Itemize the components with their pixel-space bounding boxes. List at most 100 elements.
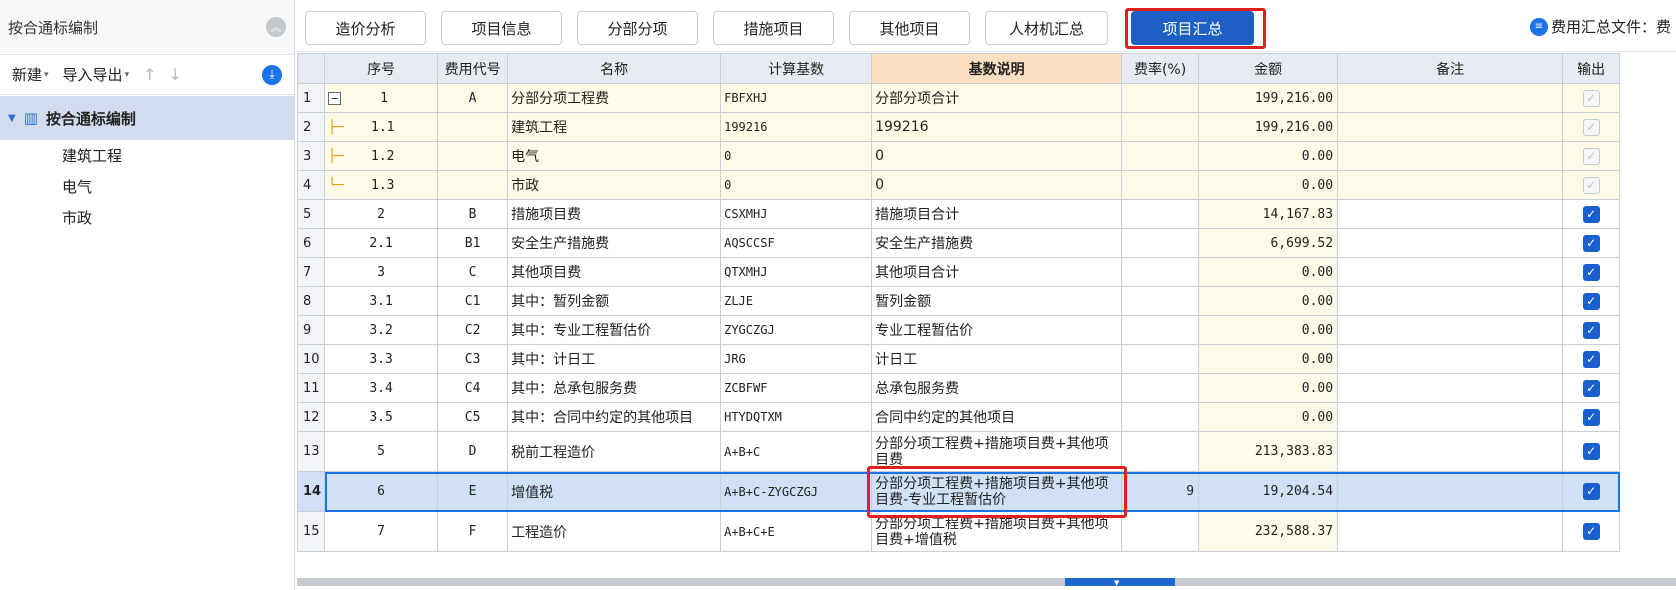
row-number-cell[interactable]: 2 [296,112,326,142]
name-cell[interactable]: 电气 [507,141,722,171]
code-cell[interactable]: C [437,257,509,287]
tab-other-items[interactable]: 其他项目 [849,11,970,45]
name-cell[interactable]: 其中：总承包服务费 [507,373,722,403]
table-row[interactable]: 4 └─ 1.3 市政 0 0 0.00 ✓ [296,170,1621,200]
note-cell[interactable] [1337,402,1564,432]
row-number-cell[interactable]: 3 [296,141,326,171]
row-number-cell[interactable]: 11 [296,373,326,403]
note-cell[interactable] [1337,315,1564,345]
table-row[interactable]: 1−1 A 分部分项工程费 FBFXHJ 分部分项合计 199,216.00 ✓ [296,83,1621,113]
base-desc-cell[interactable]: 措施项目合计 [871,199,1123,229]
code-cell[interactable]: C2 [437,315,509,345]
base-desc-cell[interactable]: 199216 [871,112,1123,142]
output-cell[interactable]: ✓ [1562,344,1621,374]
name-cell[interactable]: 税前工程造价 [507,431,722,472]
base-cell[interactable]: A+B+C-ZYGCZGJ [720,471,873,512]
base-cell[interactable]: ZCBFWF [720,373,873,403]
name-cell[interactable]: 工程造价 [507,511,722,552]
code-cell[interactable]: E [437,471,509,512]
header-code[interactable]: 费用代号 [437,53,509,84]
note-cell[interactable] [1337,199,1564,229]
row-number-cell[interactable]: 8 [296,286,326,316]
header-base[interactable]: 计算基数 [720,53,873,84]
base-desc-cell[interactable]: 暂列金额 [871,286,1123,316]
header-seq[interactable]: 序号 [324,53,439,84]
base-cell[interactable]: 0 [720,141,873,171]
name-cell[interactable]: 建筑工程 [507,112,722,142]
base-cell[interactable]: ZYGCZGJ [720,315,873,345]
output-cell[interactable]: ✓ [1562,286,1621,316]
seq-cell[interactable]: 3.2 [324,315,439,345]
note-cell[interactable] [1337,170,1564,200]
code-cell[interactable]: C4 [437,373,509,403]
name-cell[interactable]: 其中：计日工 [507,344,722,374]
tree-item-building[interactable]: 建筑工程 [0,140,294,171]
table-row[interactable]: 9 3.2 C2 其中：专业工程暂估价 ZYGCZGJ 专业工程暂估价 0.00 ✓ [296,315,1621,345]
rate-cell[interactable] [1121,511,1200,552]
base-cell[interactable]: CSXMHJ [720,199,873,229]
table-row[interactable]: 13 5 D 税前工程造价 A+B+C 分部分项工程费+措施项目费+其他项目费 213,38… [296,431,1621,472]
code-cell[interactable] [437,112,509,142]
seq-cell[interactable]: 3 [324,257,439,287]
note-cell[interactable] [1337,471,1564,512]
seq-cell[interactable]: └─ 1.3 [324,170,439,200]
code-cell[interactable]: C3 [437,344,509,374]
seq-cell[interactable]: ├─ 1.2 [324,141,439,171]
base-desc-cell[interactable]: 计日工 [871,344,1123,374]
output-cell[interactable]: ✓ [1562,373,1621,403]
rate-cell[interactable] [1121,228,1200,258]
row-number-cell[interactable]: 6 [296,228,326,258]
header-base-desc[interactable]: 基数说明 [871,53,1123,84]
output-checkbox[interactable]: ✓ [1582,443,1600,460]
header-amount[interactable]: 金额 [1198,53,1339,84]
output-checkbox[interactable]: ✓ [1582,350,1600,368]
name-cell[interactable]: 分部分项工程费 [507,83,722,113]
base-desc-cell[interactable]: 0 [871,141,1123,171]
row-number-cell[interactable]: 15 [296,511,326,552]
base-cell[interactable]: A+B+C [720,431,873,472]
base-desc-cell[interactable]: 分部分项工程费+措施项目费+其他项目费 [871,431,1123,472]
output-checkbox[interactable]: ✓ [1582,523,1600,540]
output-cell[interactable]: ✓ [1562,170,1621,200]
code-cell[interactable]: D [437,431,509,472]
output-checkbox[interactable]: ✓ [1582,408,1600,426]
name-cell[interactable]: 措施项目费 [507,199,722,229]
tab-measures[interactable]: 措施项目 [713,11,834,45]
rate-cell[interactable] [1121,286,1200,316]
note-cell[interactable] [1337,228,1564,258]
output-checkbox[interactable]: ✓ [1582,263,1600,281]
output-cell[interactable]: ✓ [1562,228,1621,258]
header-output[interactable]: 输出 [1562,53,1621,84]
base-desc-cell[interactable]: 总承包服务费 [871,373,1123,403]
row-number-cell[interactable]: 13 [296,431,326,472]
header-rate[interactable]: 费率(%) [1121,53,1200,84]
code-cell[interactable]: B [437,199,509,229]
table-row[interactable]: 3 ├─ 1.2 电气 0 0 0.00 ✓ [296,141,1621,171]
base-cell[interactable]: FBFXHJ [720,83,873,113]
expand-triangle-icon[interactable]: ▼ [8,113,16,124]
note-cell[interactable] [1337,112,1564,142]
seq-cell[interactable]: 3.4 [324,373,439,403]
seq-cell[interactable]: 6 [324,471,439,512]
table-row[interactable]: 15 7 F 工程造价 A+B+C+E 分部分项工程费+措施项目费+其他项目费+增值税 23… [296,511,1621,552]
row-number-cell[interactable]: 14 [296,471,326,512]
rate-cell[interactable] [1121,344,1200,374]
base-cell[interactable]: 199216 [720,112,873,142]
output-cell[interactable]: ✓ [1562,315,1621,345]
rate-cell[interactable] [1121,83,1200,113]
note-cell[interactable] [1337,141,1564,171]
base-desc-cell[interactable]: 分部分项合计 [871,83,1123,113]
row-number-cell[interactable]: 7 [296,257,326,287]
row-number-cell[interactable]: 10 [296,344,326,374]
base-desc-cell[interactable]: 专业工程暂估价 [871,315,1123,345]
base-desc-cell[interactable]: 0 [871,170,1123,200]
note-cell[interactable] [1337,344,1564,374]
base-desc-cell[interactable]: 合同中约定的其他项目 [871,402,1123,432]
output-checkbox[interactable]: ✓ [1582,205,1600,223]
code-cell[interactable]: C1 [437,286,509,316]
name-cell[interactable]: 其中：专业工程暂估价 [507,315,722,345]
table-row[interactable]: 11 3.4 C4 其中：总承包服务费 ZCBFWF 总承包服务费 0.00 ✓ [296,373,1621,403]
seq-cell[interactable]: ├─ 1.1 [324,112,439,142]
name-cell[interactable]: 安全生产措施费 [507,228,722,258]
seq-cell[interactable]: 3.5 [324,402,439,432]
